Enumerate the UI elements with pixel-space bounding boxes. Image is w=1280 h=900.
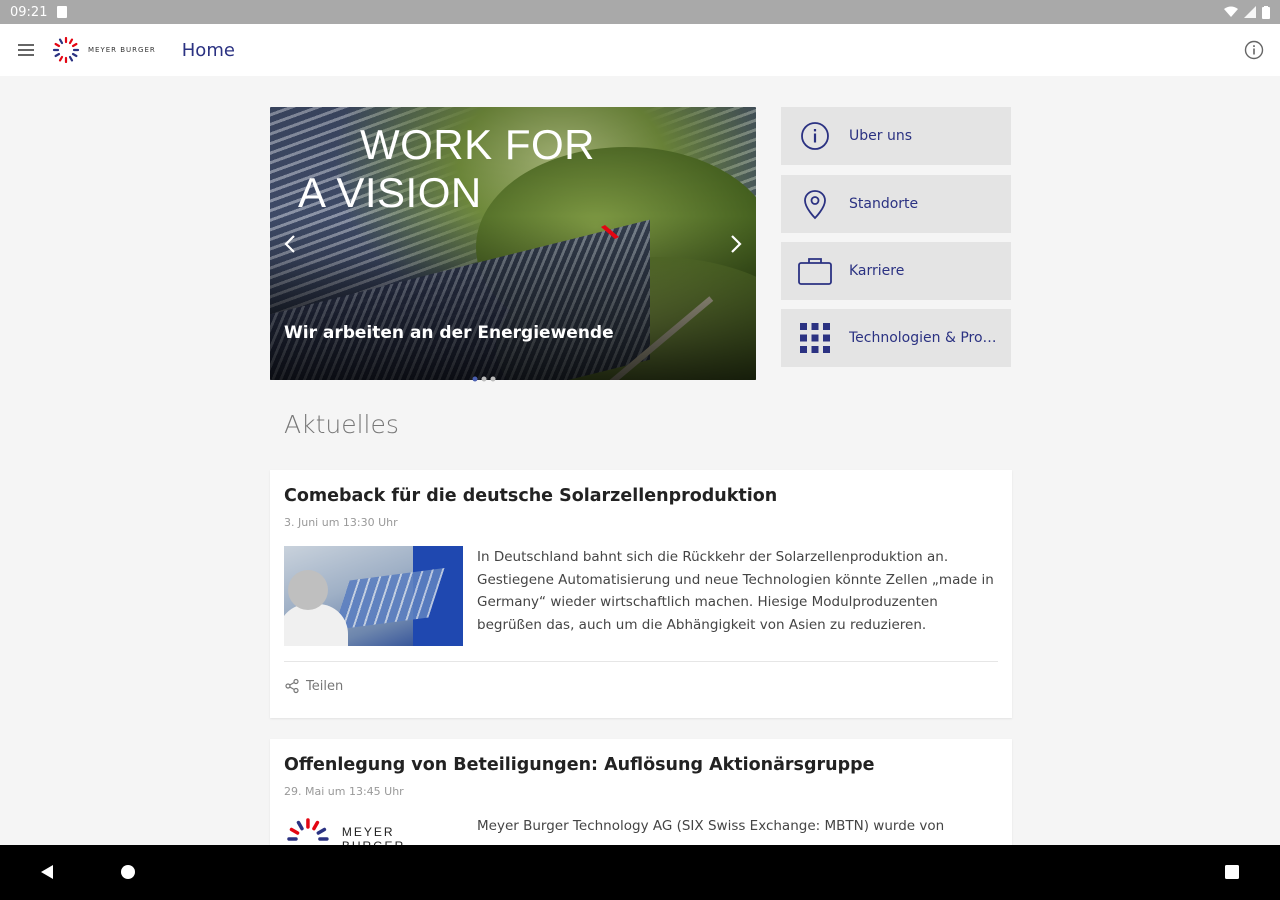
home-circle-icon: [121, 865, 135, 879]
grid-icon: [800, 323, 830, 353]
tile-label: Technologien & Produkte: [849, 330, 1001, 346]
signal-icon: [1244, 6, 1256, 18]
hero-caption: Wir arbeiten an der Energiewende: [284, 323, 614, 343]
section-title-news: Aktuelles: [284, 410, 399, 439]
chevron-left-icon: [284, 235, 295, 253]
tile-technologien[interactable]: Technologien & Produkte: [781, 309, 1011, 367]
share-icon: [285, 678, 299, 694]
hero-headline-line1: WORK FOR: [360, 121, 595, 168]
tile-label: Standorte: [849, 196, 919, 212]
hero-headline: WORK FOR A VISION: [298, 121, 595, 217]
hamburger-icon: [18, 44, 34, 56]
hero-carousel[interactable]: WORK FOR A VISION Wir arbeiten an der En…: [270, 107, 756, 380]
carousel-indicator: [472, 376, 496, 382]
briefcase-icon: [798, 258, 832, 285]
sd-card-icon: [57, 6, 68, 18]
photo-person-head: [288, 570, 328, 610]
carousel-prev-button[interactable]: [278, 231, 304, 257]
status-icons: [1224, 5, 1270, 19]
status-bar: 09:21: [0, 0, 1280, 24]
card-divider: [284, 661, 998, 662]
logo-text: MEYER BURGER: [88, 46, 156, 54]
info-icon: [1244, 40, 1264, 60]
hero-headline-line2: A VISION: [298, 169, 482, 216]
info-button[interactable]: [1242, 38, 1266, 62]
hero-accent-mark: [601, 225, 619, 239]
chevron-right-icon: [731, 235, 742, 253]
recents-square-icon: [1225, 865, 1239, 879]
share-button[interactable]: Teilen: [284, 678, 343, 694]
tile-karriere[interactable]: Karriere: [781, 242, 1011, 300]
news-card[interactable]: Offenlegung von Beteiligungen: Auflösung…: [270, 739, 1012, 900]
company-logo[interactable]: MEYER BURGER: [52, 37, 156, 63]
meyer-burger-logo-icon: [52, 37, 80, 63]
back-triangle-icon: [41, 865, 53, 879]
news-thumbnail[interactable]: [284, 546, 463, 646]
battery-icon: [1262, 5, 1270, 19]
news-photo: [284, 546, 463, 646]
nav-back-button[interactable]: [38, 863, 56, 885]
news-excerpt: In Deutschland bahnt sich die Rückkehr d…: [477, 549, 994, 633]
news-card[interactable]: Comeback für die deutsche Solarzellenpro…: [270, 470, 1012, 718]
news-date: 29. Mai um 13:45 Uhr: [284, 785, 404, 798]
tile-ueber-uns[interactable]: Über uns: [781, 107, 1011, 165]
news-title[interactable]: Comeback für die deutsche Solarzellenpro…: [284, 486, 777, 506]
news-title[interactable]: Offenlegung von Beteiligungen: Auflösung…: [284, 755, 875, 775]
menu-button[interactable]: [0, 24, 52, 76]
carousel-next-button[interactable]: [722, 231, 748, 257]
status-time: 09:21: [10, 4, 48, 20]
tile-label: Karriere: [849, 263, 905, 279]
share-label: Teilen: [306, 678, 344, 694]
info-circle-icon: [801, 122, 829, 150]
system-nav-bar: [0, 845, 1280, 900]
app-bar: MEYER BURGER Home: [0, 24, 1280, 76]
page-title: Home: [181, 39, 235, 61]
wifi-icon: [1224, 6, 1238, 17]
nav-home-button[interactable]: [119, 863, 137, 885]
news-excerpt: Meyer Burger Technology AG (SIX Swiss Ex…: [477, 818, 945, 834]
tile-standorte[interactable]: Standorte: [781, 175, 1011, 233]
nav-recents-button[interactable]: [1223, 863, 1241, 885]
tile-label: Über uns: [849, 128, 912, 144]
news-date: 3. Juni um 13:30 Uhr: [284, 516, 398, 529]
location-pin-icon: [804, 190, 826, 220]
photo-person-coat: [284, 604, 348, 646]
